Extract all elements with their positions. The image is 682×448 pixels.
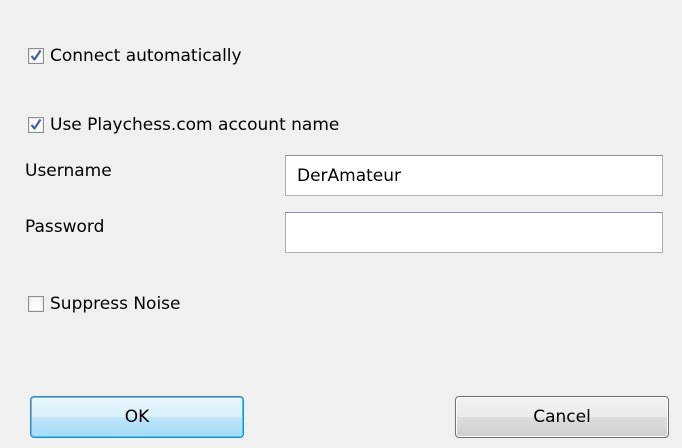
username-label: Username	[25, 161, 112, 181]
username-field[interactable]	[285, 155, 663, 196]
use-account-name-option[interactable]: Use Playchess.com account name	[28, 113, 339, 137]
suppress-noise-label: Suppress Noise	[50, 294, 181, 314]
cancel-button[interactable]: Cancel	[455, 396, 669, 438]
connect-automatically-option[interactable]: Connect automatically	[28, 44, 242, 68]
ok-button[interactable]: OK	[30, 396, 244, 438]
checkmark-icon	[30, 49, 42, 61]
use-account-name-checkbox[interactable]	[28, 117, 44, 133]
suppress-noise-checkbox[interactable]	[28, 296, 44, 312]
suppress-noise-option[interactable]: Suppress Noise	[28, 292, 181, 316]
password-field[interactable]	[285, 212, 663, 253]
password-label: Password	[25, 217, 105, 237]
connect-automatically-checkbox[interactable]	[28, 48, 44, 64]
settings-dialog: Connect automatically Use Playchess.com …	[0, 0, 682, 448]
use-account-name-label: Use Playchess.com account name	[50, 115, 340, 135]
connect-automatically-label: Connect automatically	[50, 46, 242, 66]
checkmark-icon	[30, 118, 42, 130]
